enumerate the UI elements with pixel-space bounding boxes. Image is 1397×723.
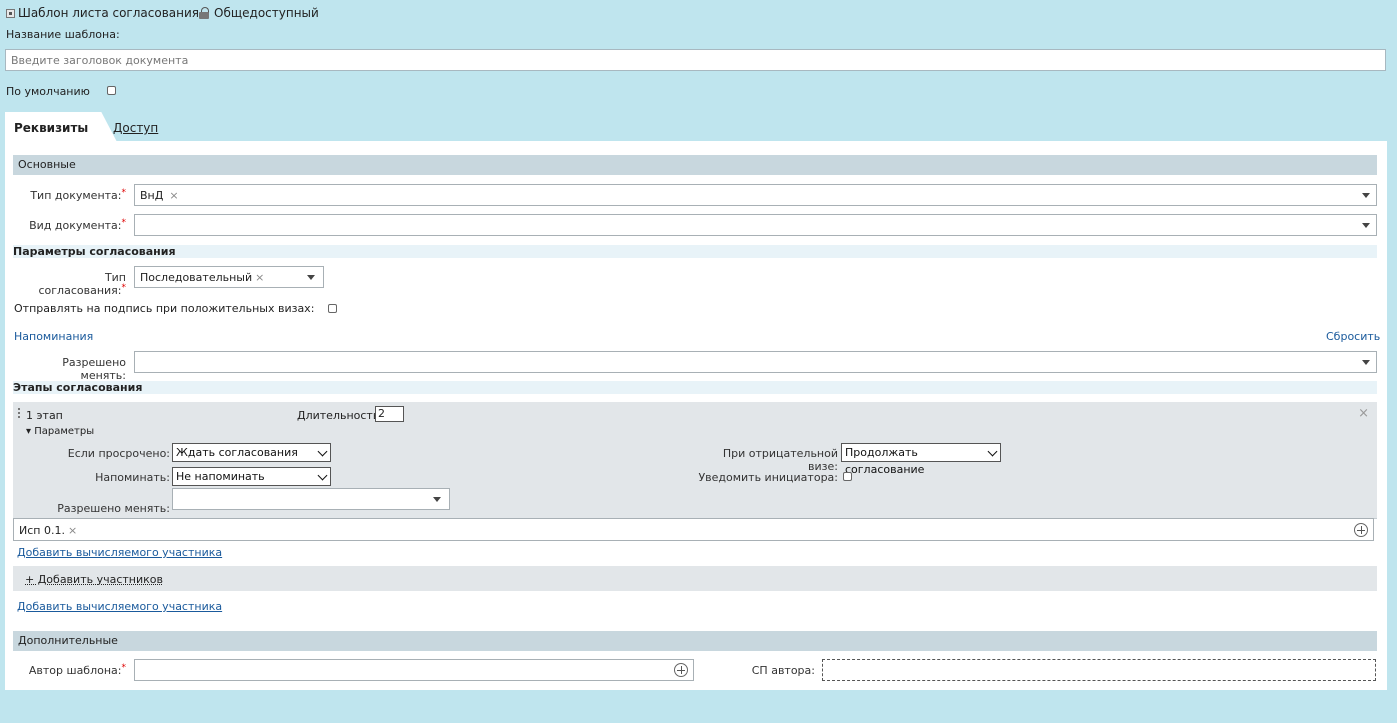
overdue-select[interactable]: Ждать согласования (172, 443, 331, 462)
chevron-down-icon (317, 470, 328, 481)
doc-type-value: ВнД (140, 189, 164, 202)
add-participant-icon[interactable] (1354, 523, 1368, 537)
reminders-link[interactable]: Напоминания (14, 330, 93, 343)
chevron-down-icon (433, 497, 441, 502)
participant-tag: Исп 0.1. (19, 524, 65, 537)
default-label: По умолчанию (6, 85, 90, 98)
chevron-down-icon (1362, 223, 1370, 228)
duration-label: Длительность: (297, 409, 384, 422)
template-label: Шаблон листа согласования (18, 6, 199, 20)
notify-initiator-checkbox[interactable] (843, 472, 852, 481)
default-checkbox[interactable] (107, 86, 116, 95)
template-type-item: Шаблон листа согласования (6, 6, 199, 20)
tab-requisites[interactable]: Реквизиты (14, 121, 88, 135)
add-author-icon[interactable] (674, 663, 688, 677)
stage-block: 1 этап Длительность: 2 × ▾ Параметры Есл… (13, 402, 1377, 519)
add-participants-bar (13, 566, 1377, 591)
approval-params-title: Параметры согласования (13, 245, 1377, 258)
author-label: Автор шаблона:* (28, 663, 126, 677)
stage-allowed-change-label: Разрешено менять: (57, 502, 170, 515)
overdue-label: Если просрочено: (67, 447, 170, 460)
approval-type-value: Последовательный (140, 271, 253, 284)
stages-title: Этапы согласования (13, 381, 1377, 394)
reset-link[interactable]: Сбросить (1326, 330, 1380, 343)
participants-field[interactable]: Исп 0.1. × (13, 518, 1374, 541)
add-participants-button[interactable]: + Добавить участников (25, 573, 163, 586)
negative-visa-select[interactable]: Продолжать согласование (841, 443, 1001, 476)
template-icon (6, 8, 15, 18)
allowed-change-label: Разрешено менять: (62, 356, 126, 382)
chevron-down-icon (317, 446, 328, 457)
send-sign-checkbox[interactable] (328, 304, 337, 313)
chevron-down-icon (307, 275, 315, 280)
doc-kind-select[interactable] (134, 214, 1377, 236)
approval-type-label: Тип согласования:* (38, 271, 127, 297)
allowed-change-select[interactable] (134, 351, 1377, 373)
stage-allowed-change-select[interactable] (172, 488, 450, 510)
drag-handle-icon[interactable] (18, 408, 20, 420)
add-computed-participant-link-1[interactable]: Добавить вычисляемого участника (17, 546, 222, 559)
chevron-down-icon (1362, 360, 1370, 365)
doc-type-label: Тип документа:* (30, 188, 126, 202)
stage-name: 1 этап (26, 409, 63, 422)
doc-kind-label: Вид документа:* (29, 218, 126, 232)
author-dept-label: СП автора: (751, 664, 815, 677)
doc-type-select[interactable]: ВнД × (134, 184, 1377, 206)
doc-type-clear-icon[interactable]: × (169, 189, 178, 202)
participant-remove-icon[interactable]: × (68, 524, 77, 537)
duration-input[interactable]: 2 (375, 406, 404, 422)
template-name-input[interactable] (5, 49, 1386, 71)
section-additional: Дополнительные (13, 631, 1377, 651)
send-sign-label: Отправлять на подпись при положительных … (14, 302, 315, 315)
stage-close-icon[interactable]: × (1358, 406, 1369, 421)
remind-label: Напоминать: (95, 471, 170, 484)
remind-select[interactable]: Не напоминать (172, 467, 331, 486)
public-item[interactable]: Общедоступный (199, 6, 319, 20)
author-field[interactable] (134, 659, 694, 681)
chevron-down-icon (1362, 193, 1370, 198)
params-toggle[interactable]: ▾ Параметры (26, 426, 94, 437)
add-computed-participant-link-2[interactable]: Добавить вычисляемого участника (17, 600, 222, 613)
template-name-label: Название шаблона: (6, 28, 120, 41)
negative-visa-label: При отрицательной визе: (722, 447, 838, 473)
public-label: Общедоступный (214, 6, 319, 20)
approval-type-clear-icon[interactable]: × (255, 271, 264, 284)
author-dept-field (822, 659, 1376, 681)
lock-icon (199, 7, 211, 19)
chevron-down-icon (987, 446, 998, 457)
tab-access[interactable]: Доступ (113, 121, 158, 135)
approval-type-select[interactable]: Последовательный × (134, 266, 324, 288)
notify-initiator-label: Уведомить инициатора: (698, 471, 838, 484)
section-basic: Основные (13, 155, 1377, 175)
